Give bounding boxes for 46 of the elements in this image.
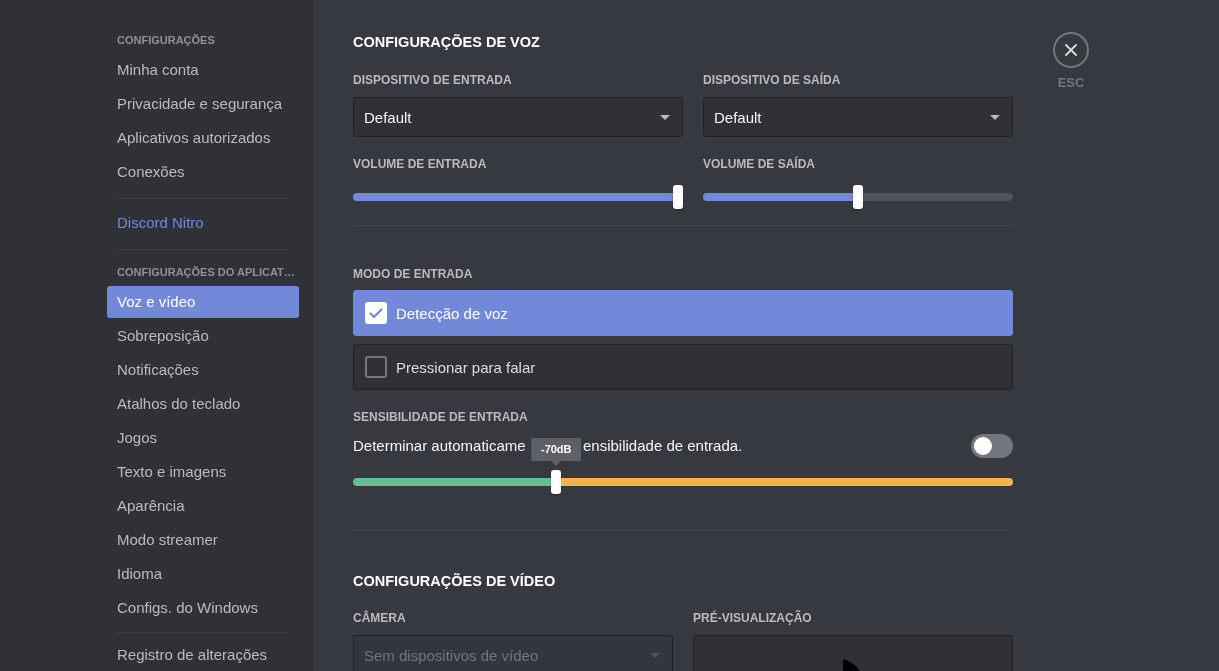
- sidebar-item[interactable]: Conexões: [107, 156, 299, 188]
- sidebar-item[interactable]: Aparência: [107, 490, 299, 522]
- section-title: CONFIGURAÇÕES DE VÍDEO: [353, 572, 556, 591]
- sidebar-item[interactable]: Sobreposição: [107, 320, 299, 352]
- close-icon: [1065, 44, 1077, 56]
- sidebar-item[interactable]: Configs. do Windows: [107, 592, 299, 624]
- slider-thumb[interactable]: [673, 185, 683, 209]
- field-label: PRÉ-VISUALIZAÇÃO: [693, 610, 812, 626]
- sidebar-item[interactable]: Jogos: [107, 422, 299, 454]
- field-label: DISPOSITIVO DE SAÍDA: [703, 72, 841, 88]
- sidebar-item[interactable]: Texto e imagens: [107, 456, 299, 488]
- section-title: CONFIGURAÇÕES DE VOZ: [353, 33, 540, 52]
- toggle-switch[interactable]: [971, 434, 1013, 458]
- sidebar-item[interactable]: Minha conta: [107, 54, 299, 86]
- slider-thumb[interactable]: [551, 470, 562, 494]
- description-text: ensibilidade de entrada.: [583, 436, 743, 456]
- caret-icon: [650, 653, 660, 658]
- field-label: SENSIBILIDADE DE ENTRADA: [353, 409, 528, 425]
- caret-icon: [660, 114, 670, 120]
- sidebar-header: CONFIGURAÇÕES DO APLICAT…: [117, 265, 295, 280]
- description-text: Determinar automaticame: [353, 436, 526, 456]
- sidebar-item[interactable]: Idioma: [107, 558, 299, 590]
- field-label: MODO DE ENTRADA: [353, 266, 473, 282]
- sidebar-item[interactable]: Discord Nitro: [107, 207, 299, 239]
- field-label: CÂMERA: [353, 610, 406, 626]
- sidebar-item[interactable]: Atalhos do teclado: [107, 388, 299, 420]
- slider-thumb[interactable]: [853, 185, 863, 209]
- select-field[interactable]: Default: [703, 97, 1013, 137]
- check-icon: [369, 307, 383, 319]
- field-label: VOLUME DE SAÍDA: [703, 156, 815, 172]
- sidebar-item[interactable]: Privacidade e segurança: [107, 88, 299, 120]
- select-field[interactable]: Default: [353, 97, 683, 137]
- sidebar-header: CONFIGURAÇÕES: [117, 33, 215, 48]
- value-tooltip: -70dB: [531, 438, 582, 466]
- close-button[interactable]: [1053, 32, 1089, 68]
- sidebar-item[interactable]: Modo streamer: [107, 524, 299, 556]
- esc-label: ESC: [1057, 75, 1085, 91]
- sidebar-item[interactable]: Registro de alterações: [107, 639, 299, 671]
- radio-option[interactable]: Pressionar para falar: [353, 344, 1013, 390]
- sidebar-item[interactable]: Notificações: [107, 354, 299, 386]
- wedge-icon: [843, 659, 860, 671]
- checkbox[interactable]: [365, 356, 387, 378]
- caret-icon: [990, 114, 1000, 120]
- field-label: VOLUME DE ENTRADA: [353, 156, 487, 172]
- sidebar-item[interactable]: Aplicativos autorizados: [107, 122, 299, 154]
- field-label: DISPOSITIVO DE ENTRADA: [353, 72, 512, 88]
